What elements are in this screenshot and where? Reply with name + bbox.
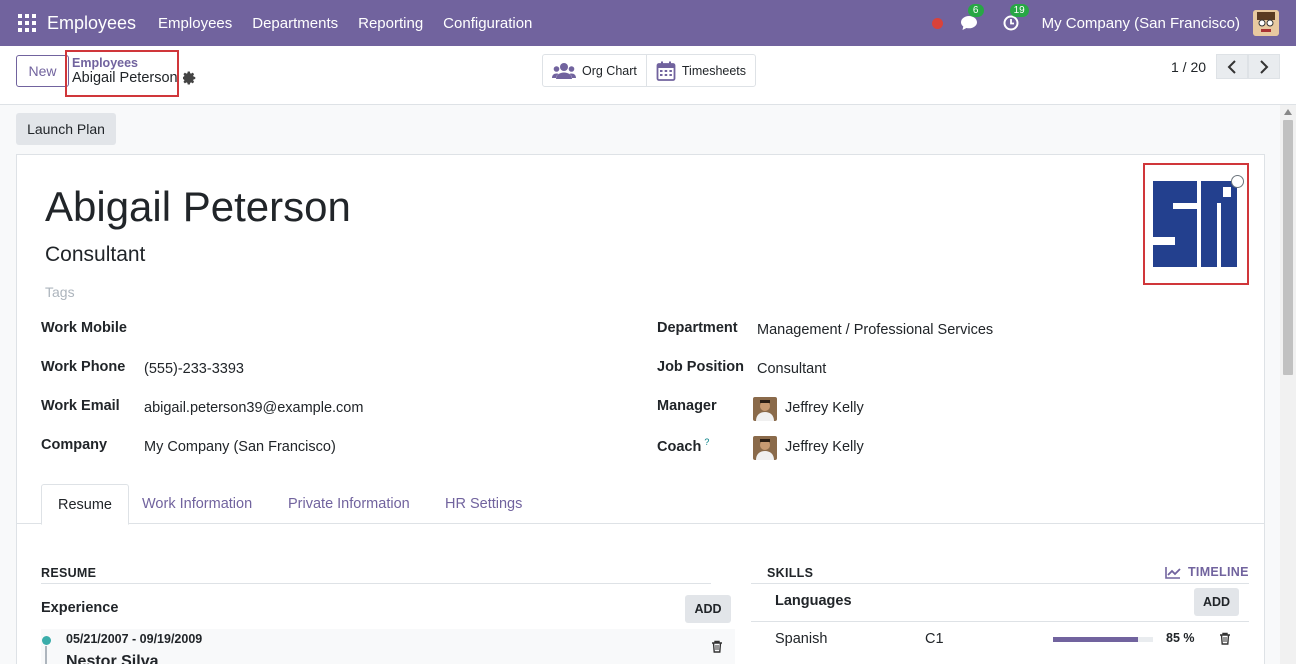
manager-avatar[interactable] bbox=[753, 397, 777, 421]
timeline-dot-icon bbox=[42, 636, 51, 645]
tab-resume[interactable]: Resume bbox=[41, 484, 129, 525]
skill-group-title: Languages bbox=[775, 593, 852, 609]
recording-indicator-icon[interactable] bbox=[931, 17, 943, 29]
top-navbar: Employees Employees Departments Reportin… bbox=[0, 0, 1296, 46]
coach-label: Coach? bbox=[657, 437, 710, 455]
work-email-field[interactable]: abigail.peterson39@example.com bbox=[144, 400, 363, 416]
form-tabs: Resume Work Information Private Informat… bbox=[17, 484, 1264, 525]
scrollbar-thumb[interactable] bbox=[1283, 120, 1293, 375]
activities-badge: 19 bbox=[1009, 4, 1029, 17]
app-brand[interactable]: Employees bbox=[47, 13, 136, 34]
company-switcher[interactable]: My Company (San Francisco) bbox=[1042, 15, 1240, 32]
employee-job-title[interactable]: Consultant bbox=[45, 243, 145, 267]
status-indicator-icon bbox=[1231, 175, 1244, 188]
resume-entry-name: Nestor Silva bbox=[66, 653, 159, 664]
breadcrumb: Employees Abigail Peterson bbox=[65, 50, 179, 97]
timesheets-button[interactable]: Timesheets bbox=[645, 55, 755, 86]
trash-icon[interactable] bbox=[711, 640, 723, 653]
launch-plan-button[interactable]: Launch Plan bbox=[16, 113, 116, 145]
calendar-icon bbox=[656, 61, 676, 81]
tab-work-information[interactable]: Work Information bbox=[126, 484, 268, 524]
help-tooltip-icon[interactable]: ? bbox=[704, 437, 709, 447]
pager-next-button[interactable] bbox=[1248, 54, 1280, 79]
job-position-field[interactable]: Consultant bbox=[757, 361, 826, 377]
gear-icon[interactable] bbox=[183, 71, 197, 85]
work-email-label: Work Email bbox=[41, 398, 120, 414]
page-scrollbar[interactable] bbox=[1280, 105, 1296, 664]
skill-progress-label: 85 % bbox=[1166, 631, 1195, 645]
pager-value[interactable]: 1 / 20 bbox=[1171, 59, 1206, 75]
work-phone-label: Work Phone bbox=[41, 359, 126, 375]
employee-name[interactable]: Abigail Peterson bbox=[45, 183, 351, 231]
org-chart-label: Org Chart bbox=[582, 63, 637, 78]
menu-departments[interactable]: Departments bbox=[252, 15, 338, 32]
skill-trash-icon[interactable] bbox=[1219, 632, 1231, 645]
clock-icon bbox=[1003, 15, 1019, 31]
timeline-label: TIMELINE bbox=[1188, 565, 1249, 579]
skills-section-title: SKILLS bbox=[767, 566, 814, 580]
skills-divider bbox=[751, 583, 1249, 584]
tab-private-information[interactable]: Private Information bbox=[272, 484, 426, 524]
control-panel: New Employees Abigail Peterson Org Chart… bbox=[0, 46, 1296, 105]
skill-progress-bar bbox=[1053, 637, 1153, 642]
menu-configuration[interactable]: Configuration bbox=[443, 15, 532, 32]
resume-section-title: RESUME bbox=[41, 566, 97, 580]
job-position-label: Job Position bbox=[657, 359, 744, 375]
activities-button[interactable]: 19 bbox=[1000, 4, 1029, 34]
tab-hr-settings[interactable]: HR Settings bbox=[429, 484, 538, 524]
timeline-button[interactable]: TIMELINE bbox=[1165, 565, 1249, 579]
department-field[interactable]: Management / Professional Services bbox=[757, 322, 993, 338]
breadcrumb-current: Abigail Peterson bbox=[72, 70, 178, 86]
new-button[interactable]: New bbox=[16, 55, 69, 87]
chat-icon bbox=[960, 16, 977, 30]
resume-divider bbox=[41, 583, 711, 584]
skill-group-divider bbox=[751, 621, 1249, 622]
company-logo-image bbox=[1151, 181, 1239, 267]
apps-menu-icon[interactable] bbox=[18, 14, 36, 32]
timesheets-label: Timesheets bbox=[681, 63, 747, 78]
users-icon bbox=[552, 62, 576, 79]
coach-avatar[interactable] bbox=[753, 436, 777, 460]
scroll-up-icon[interactable] bbox=[1284, 109, 1292, 115]
skill-level[interactable]: C1 bbox=[925, 631, 944, 647]
line-chart-icon bbox=[1165, 566, 1181, 579]
smart-buttons: Org Chart Timesheets bbox=[542, 54, 757, 87]
chevron-left-icon bbox=[1227, 59, 1236, 74]
menu-employees[interactable]: Employees bbox=[158, 15, 232, 32]
company-field[interactable]: My Company (San Francisco) bbox=[144, 439, 336, 455]
coach-field[interactable]: Jeffrey Kelly bbox=[785, 439, 864, 455]
messages-button[interactable]: 6 bbox=[958, 4, 984, 34]
experience-group-title: Experience bbox=[41, 600, 119, 616]
employee-form-sheet: Abigail Peterson Consultant Tags Work Mo… bbox=[16, 154, 1265, 664]
company-label: Company bbox=[41, 437, 108, 453]
org-chart-button[interactable]: Org Chart bbox=[543, 55, 646, 86]
skill-progress-fill bbox=[1053, 637, 1138, 642]
chevron-right-icon bbox=[1260, 59, 1269, 74]
resume-add-button[interactable]: ADD bbox=[685, 595, 731, 623]
skill-name[interactable]: Spanish bbox=[775, 631, 827, 647]
messages-badge: 6 bbox=[967, 4, 984, 17]
work-mobile-label: Work Mobile bbox=[41, 320, 127, 336]
department-label: Department bbox=[657, 320, 738, 336]
timeline-line bbox=[45, 646, 47, 664]
employee-photo[interactable] bbox=[1143, 163, 1249, 285]
resume-entry-dates: 05/21/2007 - 09/19/2009 bbox=[66, 632, 203, 646]
work-phone-field[interactable]: (555)-233-3393 bbox=[144, 361, 244, 377]
user-avatar[interactable] bbox=[1253, 10, 1279, 36]
tags-input[interactable]: Tags bbox=[45, 284, 75, 300]
breadcrumb-parent-link[interactable]: Employees bbox=[72, 56, 177, 70]
manager-field[interactable]: Jeffrey Kelly bbox=[785, 400, 864, 416]
pager-previous-button[interactable] bbox=[1216, 54, 1248, 79]
manager-label: Manager bbox=[657, 398, 717, 414]
menu-reporting[interactable]: Reporting bbox=[358, 15, 423, 32]
skills-add-button[interactable]: ADD bbox=[1194, 588, 1239, 616]
